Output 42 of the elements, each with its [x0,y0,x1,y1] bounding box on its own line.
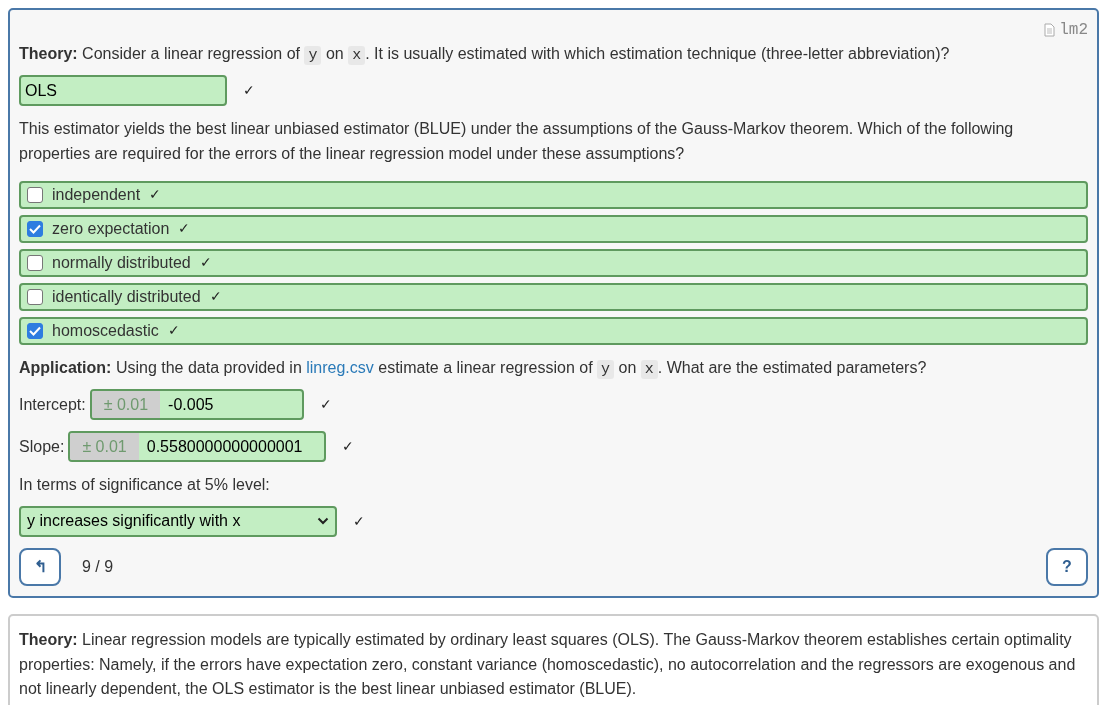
option-row[interactable]: normally distributed ✓ [19,248,1088,277]
question-text: In terms of significance at 5% level: [19,475,271,496]
check-mark: ✓ [342,437,355,457]
question-text: Theory: Consider a linear regression of y on x . It is usually estimated with which estimation technique (three-letter abbreviation)? [19,44,951,67]
option-row[interactable]: homoscedastic ✓ [19,316,1088,345]
field-label: Slope: [19,436,65,457]
option-row[interactable]: independent ✓ [19,180,1088,209]
answer-field[interactable]: ± 0.01 -0.005 [89,389,304,421]
help-button[interactable]: ? [1046,547,1088,586]
checkbox[interactable] [27,322,43,339]
question-text: This estimator yields the best linear unbiased estimator (BLUE) under the assumptions of the Gauss-Markov theorem. Which of the following properties are required for the errors of the linear regression model under these assumptions? [19,119,1015,165]
solution-text: Theory: Linear regression models are typically estimated by ordinary least squares (OLS). The Gauss-Markov theorem establishes certain optimality properties: Namely, if the errors have expectation zero, constant variance (homoscedastic), no autocorrelation and the regressors are exogenous and not linearly dependent, the OLS estimator is the best linear unbiased estimator (BLUE). [19,629,1077,700]
check-mark: ✓ [353,511,365,531]
checkbox[interactable] [27,254,43,271]
checkbox[interactable] [27,186,43,203]
check-mark: ✓ [209,287,222,307]
file-label: lm2 [1059,20,1088,41]
field-label: Intercept: [19,394,86,415]
back-button[interactable]: ↰ [19,547,61,586]
option-label: identically distributed [52,286,201,307]
caret-icon [317,517,329,526]
option-row[interactable]: identically distributed ✓ [19,282,1088,311]
check-mark: ✓ [199,253,212,273]
check-mark: ✓ [178,219,191,239]
file-link[interactable]: linreg.csv [306,358,374,376]
check-mark: ✓ [319,395,332,415]
document-icon [1044,23,1056,37]
option-label: normally distributed [52,252,191,273]
question-text: Application: Using the data provided in linreg.csv estimate a linear regression of y on x . What are the estimated parameters? [19,357,928,381]
progress-text: 9 / 9 [82,556,114,577]
check-mark: ✓ [167,321,180,341]
option-label: independent [52,184,141,205]
checkbox[interactable] [27,220,43,237]
check-mark: ✓ [149,185,162,205]
option-label: zero expectation [52,218,170,239]
check-mark: ✓ [243,81,255,101]
option-row[interactable]: zero expectation ✓ [19,214,1088,243]
answer-field[interactable]: ± 0.01 0.5580000000000001 [68,431,327,463]
dropdown[interactable]: y increases significantly with x [19,505,337,537]
option-label: homoscedastic [52,320,159,341]
checkbox[interactable] [27,288,43,305]
answer-field[interactable]: OLS [19,75,227,107]
